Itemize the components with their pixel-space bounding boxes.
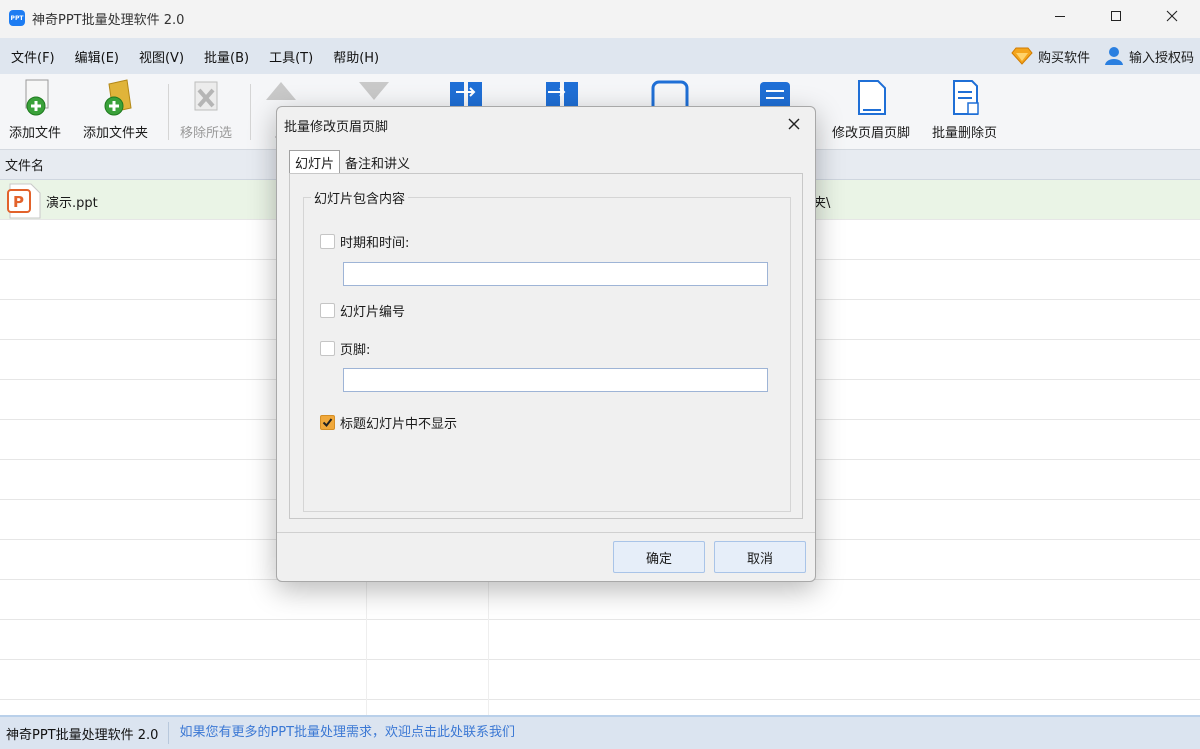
window-title: 神奇PPT批量处理软件 2.0	[32, 12, 185, 28]
diamond-icon	[1011, 47, 1033, 65]
menu-tools[interactable]: 工具(T)	[259, 47, 323, 66]
toolbar-divider	[168, 84, 169, 140]
date-time-checkbox[interactable]	[320, 234, 335, 249]
license-label: 输入授权码	[1128, 50, 1194, 66]
add-folder-icon	[97, 78, 135, 118]
buy-software-link[interactable]: 购买软件	[1011, 47, 1090, 66]
slide-number-checkbox[interactable]	[320, 303, 335, 318]
menu-help[interactable]: 帮助(H)	[323, 47, 389, 66]
footer-input[interactable]	[343, 368, 768, 392]
add-file-label: 添加文件	[9, 126, 62, 141]
menu-edit[interactable]: 编辑(E)	[65, 47, 129, 66]
add-file-icon	[16, 78, 54, 118]
hide-on-title-slide-checkbox[interactable]	[320, 415, 335, 430]
maximize-button[interactable]	[1088, 0, 1144, 32]
tab-notes-handouts[interactable]: 备注和讲义	[340, 150, 415, 174]
document-icon	[852, 78, 890, 118]
add-folder-button[interactable]: 添加文件夹	[83, 78, 148, 141]
hide-title-row: 标题幻灯片中不显示	[320, 413, 457, 432]
user-icon	[1104, 47, 1123, 65]
add-file-button[interactable]: 添加文件	[9, 78, 61, 141]
ppt-file-icon: P	[7, 183, 41, 219]
license-link[interactable]: 输入授权码	[1104, 46, 1194, 66]
cancel-button[interactable]: 取消	[714, 541, 806, 573]
slides-tab-panel: 幻灯片包含内容 时期和时间: 幻灯片编号 页脚: 标题幻灯片中不显示	[289, 173, 803, 519]
status-app-name: 神奇PPT批量处理软件 2.0	[6, 727, 159, 743]
menu-file[interactable]: 文件(F)	[0, 47, 65, 66]
menu-view[interactable]: 视图(V)	[129, 47, 194, 66]
edit-header-footer-label: 修改页眉页脚	[832, 126, 911, 141]
maximize-icon	[1111, 11, 1121, 21]
add-folder-label: 添加文件夹	[83, 126, 149, 141]
batch-delete-page-button[interactable]: 批量删除页	[932, 78, 997, 141]
date-time-label: 时期和时间:	[340, 236, 410, 251]
buy-software-label: 购买软件	[1037, 50, 1090, 66]
group-title: 幻灯片包含内容	[311, 188, 409, 207]
date-time-row: 时期和时间:	[320, 232, 409, 251]
close-icon	[1166, 10, 1178, 22]
status-bar: 神奇PPT批量处理软件 2.0 如果您有更多的PPT批量处理需求，欢迎点击此处联…	[0, 715, 1200, 749]
table-row[interactable]	[0, 620, 1200, 660]
table-row[interactable]	[0, 660, 1200, 700]
remove-selected-label: 移除所选	[180, 126, 233, 141]
slide-content-group: 幻灯片包含内容 时期和时间: 幻灯片编号 页脚: 标题幻灯片中不显示	[303, 188, 791, 512]
column-filename[interactable]: 文件名	[5, 155, 44, 174]
title-bar: PPT 神奇PPT批量处理软件 2.0	[0, 0, 1200, 36]
app-logo-icon: PPT	[9, 10, 25, 26]
minimize-button[interactable]	[1032, 0, 1088, 32]
ok-button[interactable]: 确定	[613, 541, 705, 573]
dialog-title: 批量修改页眉页脚	[284, 120, 389, 135]
edit-header-footer-button[interactable]: 修改页眉页脚	[832, 78, 910, 141]
delete-page-icon	[946, 78, 984, 118]
close-icon	[788, 118, 800, 130]
header-footer-dialog: 批量修改页眉页脚 幻灯片 备注和讲义 幻灯片包含内容 时期和时间: 幻灯片编号 …	[276, 106, 816, 582]
dialog-divider	[277, 532, 815, 533]
contact-us-link[interactable]: 如果您有更多的PPT批量处理需求，欢迎点击此处联系我们	[168, 722, 515, 744]
file-name-cell: 演示.ppt	[46, 196, 98, 211]
dialog-close-button[interactable]	[783, 113, 805, 135]
svg-text:P: P	[13, 193, 24, 211]
hide-title-label: 标题幻灯片中不显示	[340, 417, 458, 432]
minimize-icon	[1055, 16, 1065, 17]
remove-selected-button[interactable]: 移除所选	[180, 78, 232, 141]
footer-row: 页脚:	[320, 339, 370, 358]
toolbar-divider	[250, 84, 251, 140]
slide-number-row: 幻灯片编号	[320, 301, 405, 320]
footer-checkbox[interactable]	[320, 341, 335, 356]
menu-bar: 文件(F) 编辑(E) 视图(V) 批量(B) 工具(T) 帮助(H) 购买软件…	[0, 38, 1200, 74]
table-row[interactable]	[0, 580, 1200, 620]
tab-slides[interactable]: 幻灯片	[289, 150, 341, 174]
menu-batch[interactable]: 批量(B)	[194, 47, 259, 66]
footer-label: 页脚:	[340, 343, 371, 358]
batch-delete-page-label: 批量删除页	[932, 126, 998, 141]
dialog-tabs: 幻灯片 备注和讲义	[289, 150, 415, 174]
slide-number-label: 幻灯片编号	[340, 305, 406, 320]
date-time-input[interactable]	[343, 262, 768, 286]
remove-icon	[187, 78, 225, 118]
checkmark-icon	[322, 418, 333, 428]
close-window-button[interactable]	[1144, 0, 1200, 32]
